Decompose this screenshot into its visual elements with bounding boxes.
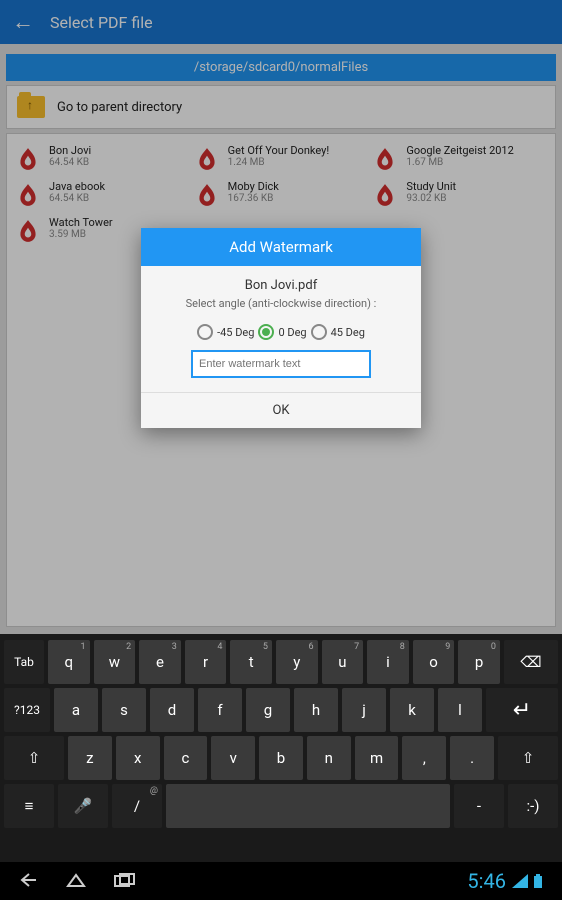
key-f[interactable]: f	[198, 688, 242, 732]
radio-label: -45 Deg	[217, 326, 254, 339]
angle-radio-group: -45 Deg 0 Deg 45 Deg	[141, 318, 421, 350]
key-slash[interactable]: /@	[112, 784, 162, 828]
key-settings[interactable]: ≡	[4, 784, 54, 828]
radio-neg45[interactable]: -45 Deg	[197, 324, 254, 340]
key-a[interactable]: a	[54, 688, 98, 732]
key-d[interactable]: d	[150, 688, 194, 732]
key-n[interactable]: n	[307, 736, 351, 780]
key-h[interactable]: h	[294, 688, 338, 732]
dialog-title: Add Watermark	[141, 228, 421, 266]
status-clock: 5:46	[467, 869, 506, 893]
key-j[interactable]: j	[342, 688, 386, 732]
key-i[interactable]: i8	[367, 640, 409, 684]
wifi-icon	[512, 869, 528, 893]
add-watermark-dialog: Add Watermark Bon Jovi.pdf Select angle …	[141, 228, 421, 428]
key-p[interactable]: p0	[458, 640, 500, 684]
radio-label: 0 Deg	[278, 326, 306, 339]
key-x[interactable]: x	[116, 736, 160, 780]
key-y[interactable]: y6	[276, 640, 318, 684]
radio-label: 45 Deg	[331, 326, 365, 339]
key-shift-left[interactable]: ⇧	[4, 736, 64, 780]
key-q[interactable]: q1	[48, 640, 90, 684]
key-tab[interactable]: Tab	[4, 640, 44, 684]
key-e[interactable]: e3	[139, 640, 181, 684]
watermark-text-input[interactable]	[191, 350, 371, 378]
nav-recent-icon[interactable]	[114, 871, 136, 892]
key-w[interactable]: w2	[94, 640, 136, 684]
key-o[interactable]: o9	[413, 640, 455, 684]
nav-back-icon[interactable]	[20, 871, 38, 892]
key-period[interactable]: .	[450, 736, 494, 780]
key-backspace[interactable]: ⌫	[504, 640, 558, 684]
key-enter[interactable]: ↵	[486, 688, 558, 732]
ok-button[interactable]: OK	[141, 392, 421, 428]
key-smile[interactable]: :-)	[508, 784, 558, 828]
key-b[interactable]: b	[259, 736, 303, 780]
nav-home-icon[interactable]	[66, 871, 86, 892]
key-g[interactable]: g	[246, 688, 290, 732]
key-r[interactable]: r4	[185, 640, 227, 684]
radio-45[interactable]: 45 Deg	[311, 324, 365, 340]
key-k[interactable]: k	[390, 688, 434, 732]
key-z[interactable]: z	[68, 736, 112, 780]
soft-keyboard: Tab q1 w2 e3 r4 t5 y6 u7 i8 o9 p0 ⌫ ?123…	[0, 634, 562, 862]
key-t[interactable]: t5	[230, 640, 272, 684]
key-l[interactable]: l	[438, 688, 482, 732]
radio-0[interactable]: 0 Deg	[258, 324, 306, 340]
dialog-filename: Bon Jovi.pdf	[141, 266, 421, 297]
dialog-hint: Select angle (anti-clockwise direction) …	[141, 297, 421, 318]
system-navbar: 5:46	[0, 862, 562, 900]
key-dash[interactable]: -	[454, 784, 504, 828]
key-comma[interactable]: ,	[402, 736, 446, 780]
key-space[interactable]	[166, 784, 450, 828]
key-s[interactable]: s	[102, 688, 146, 732]
key-u[interactable]: u7	[322, 640, 364, 684]
key-c[interactable]: c	[164, 736, 208, 780]
key-m[interactable]: m	[355, 736, 399, 780]
key-mic[interactable]: 🎤	[58, 784, 108, 828]
key-symbols[interactable]: ?123	[4, 688, 50, 732]
battery-icon	[534, 869, 542, 893]
key-v[interactable]: v	[211, 736, 255, 780]
key-shift-right[interactable]: ⇧	[498, 736, 558, 780]
